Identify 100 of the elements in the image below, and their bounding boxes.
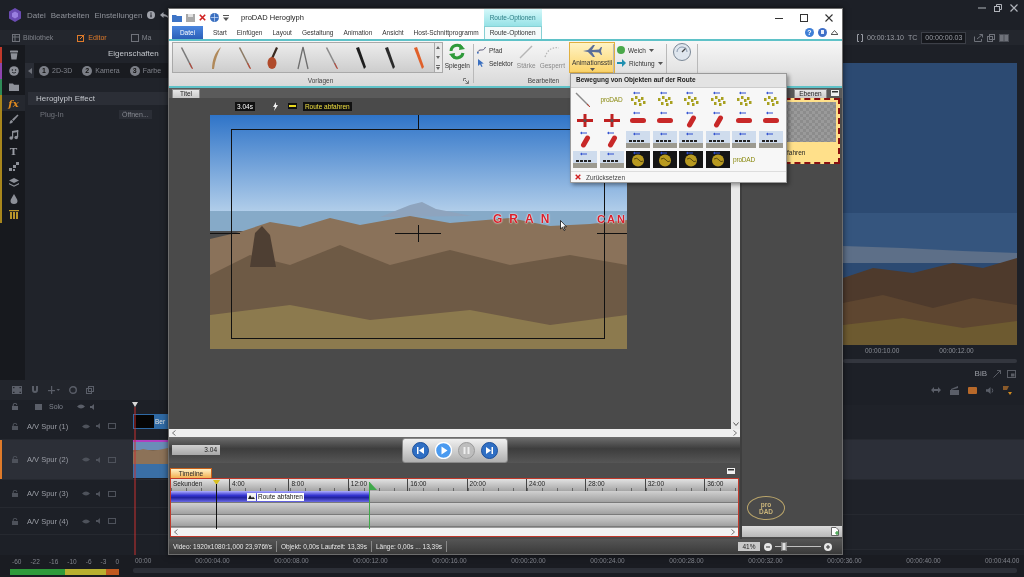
smiley-icon [8,66,19,76]
slider-thumb[interactable] [781,542,787,551]
speaker-icon[interactable] [96,423,103,429]
playhead[interactable] [132,402,138,555]
landscape-style-icon[interactable] [573,151,597,168]
collapse-icon[interactable] [831,90,839,96]
speaker-icon[interactable] [986,386,994,394]
horizontal-scrollbar[interactable] [169,429,740,437]
photo-clip[interactable] [133,440,168,478]
zoom-slider[interactable] [775,542,821,551]
ball-icon [617,46,625,54]
film-icon[interactable] [968,386,977,394]
export-icon[interactable] [974,33,984,42]
collapse-icon[interactable] [727,467,735,474]
copy-icon[interactable] [987,33,996,42]
expand-icon[interactable] [993,369,1001,378]
monitor-icon[interactable] [108,490,117,497]
lock-icon[interactable] [12,422,18,430]
new-document-icon[interactable] [831,527,839,536]
badge-icon[interactable] [818,28,827,37]
globe-icon[interactable] [210,13,219,22]
close-icon[interactable] [199,14,206,21]
play-button[interactable] [434,441,452,459]
menu-item[interactable]: Bearbeiten [50,10,90,20]
folder-icon[interactable] [172,13,182,22]
menu-item[interactable]: Datei [27,10,46,20]
monitor-icon[interactable] [108,518,117,524]
landscape-style-icon[interactable] [679,131,703,148]
monitor-icon[interactable] [108,423,117,429]
globe-style-icon[interactable] [652,151,677,168]
pip-button[interactable]: BiB [974,369,987,379]
globe-style-icon[interactable] [626,151,650,168]
close-icon[interactable] [1010,4,1018,12]
globe-style-icon[interactable] [705,151,730,168]
pip-icon[interactable] [1007,369,1016,378]
lightning-icon[interactable] [272,101,278,111]
collapse-ribbon-icon[interactable] [831,30,838,35]
ring-icon[interactable] [69,386,77,394]
landscape-style-icon[interactable] [732,131,756,148]
marker-icon[interactable] [354,45,369,70]
gauge-icon[interactable] [673,43,691,61]
landscape-style-icon[interactable] [758,131,783,148]
layout-icon[interactable] [999,33,1010,42]
caret-icon [648,48,654,52]
marker-icon[interactable] [1003,385,1012,395]
pen-icon[interactable] [180,45,195,70]
maximize-icon[interactable] [800,13,808,22]
panel-title: Eigenschaften [108,49,159,58]
scroll-left-icon[interactable] [172,430,176,436]
skip-to-start-button[interactable] [411,441,429,459]
copy-icon[interactable] [86,386,94,394]
marker-icon[interactable] [383,45,398,70]
close-icon[interactable] [825,13,833,22]
pen-icon[interactable] [238,45,253,70]
eye-icon[interactable] [77,404,85,409]
marker-icon[interactable] [412,45,427,70]
collapse-button[interactable] [25,63,34,78]
speaker-icon[interactable] [96,490,103,497]
more-icon[interactable] [435,62,442,72]
magnet-icon[interactable] [31,386,39,394]
eye-icon[interactable] [82,423,91,429]
landscape-style-icon[interactable] [599,151,624,168]
save-icon[interactable] [186,13,195,22]
undo-icon[interactable] [160,11,170,19]
sidebar-item[interactable]: fx [0,95,25,111]
caret-icon[interactable] [223,14,229,21]
eye-icon[interactable] [82,491,91,496]
film-icon[interactable] [35,403,42,410]
split-icon[interactable] [48,386,60,394]
landscape-style-icon[interactable] [652,131,677,148]
dialog-launcher-icon[interactable] [463,77,469,84]
speaker-icon[interactable] [96,518,103,524]
horizontal-scrollbar[interactable] [171,528,738,536]
lock-icon[interactable] [12,490,18,497]
lock-icon[interactable] [12,517,18,525]
scrollbar[interactable] [843,358,1017,364]
info-icon[interactable] [147,11,156,19]
bar-icon[interactable] [287,103,297,109]
zoom-in-icon[interactable] [824,542,832,551]
globe-style-icon[interactable] [679,151,703,168]
film-strip-icon[interactable] [12,386,22,394]
scroll-left-icon[interactable] [174,529,178,535]
landscape-style-icon[interactable] [705,131,730,148]
arrows-icon[interactable] [931,387,941,393]
lock-icon[interactable] [12,403,18,410]
scroll-down-icon[interactable] [732,422,739,426]
skip-to-end-button[interactable] [480,441,498,459]
end-marker[interactable] [369,482,377,529]
pen-icon[interactable] [325,45,340,70]
menu-item[interactable]: Einstellungen [94,10,143,20]
landscape-style-icon[interactable] [626,131,650,148]
restore-icon[interactable] [994,4,1002,12]
clip-icon[interactable] [950,385,959,395]
speaker-icon[interactable] [90,403,96,410]
compass-icon[interactable] [296,45,311,70]
playhead[interactable] [213,480,220,529]
scroll-right-icon[interactable] [731,529,735,535]
zoom-out-icon[interactable] [764,542,772,551]
scroll-right-icon[interactable] [733,430,737,436]
eye-icon[interactable] [82,518,91,524]
